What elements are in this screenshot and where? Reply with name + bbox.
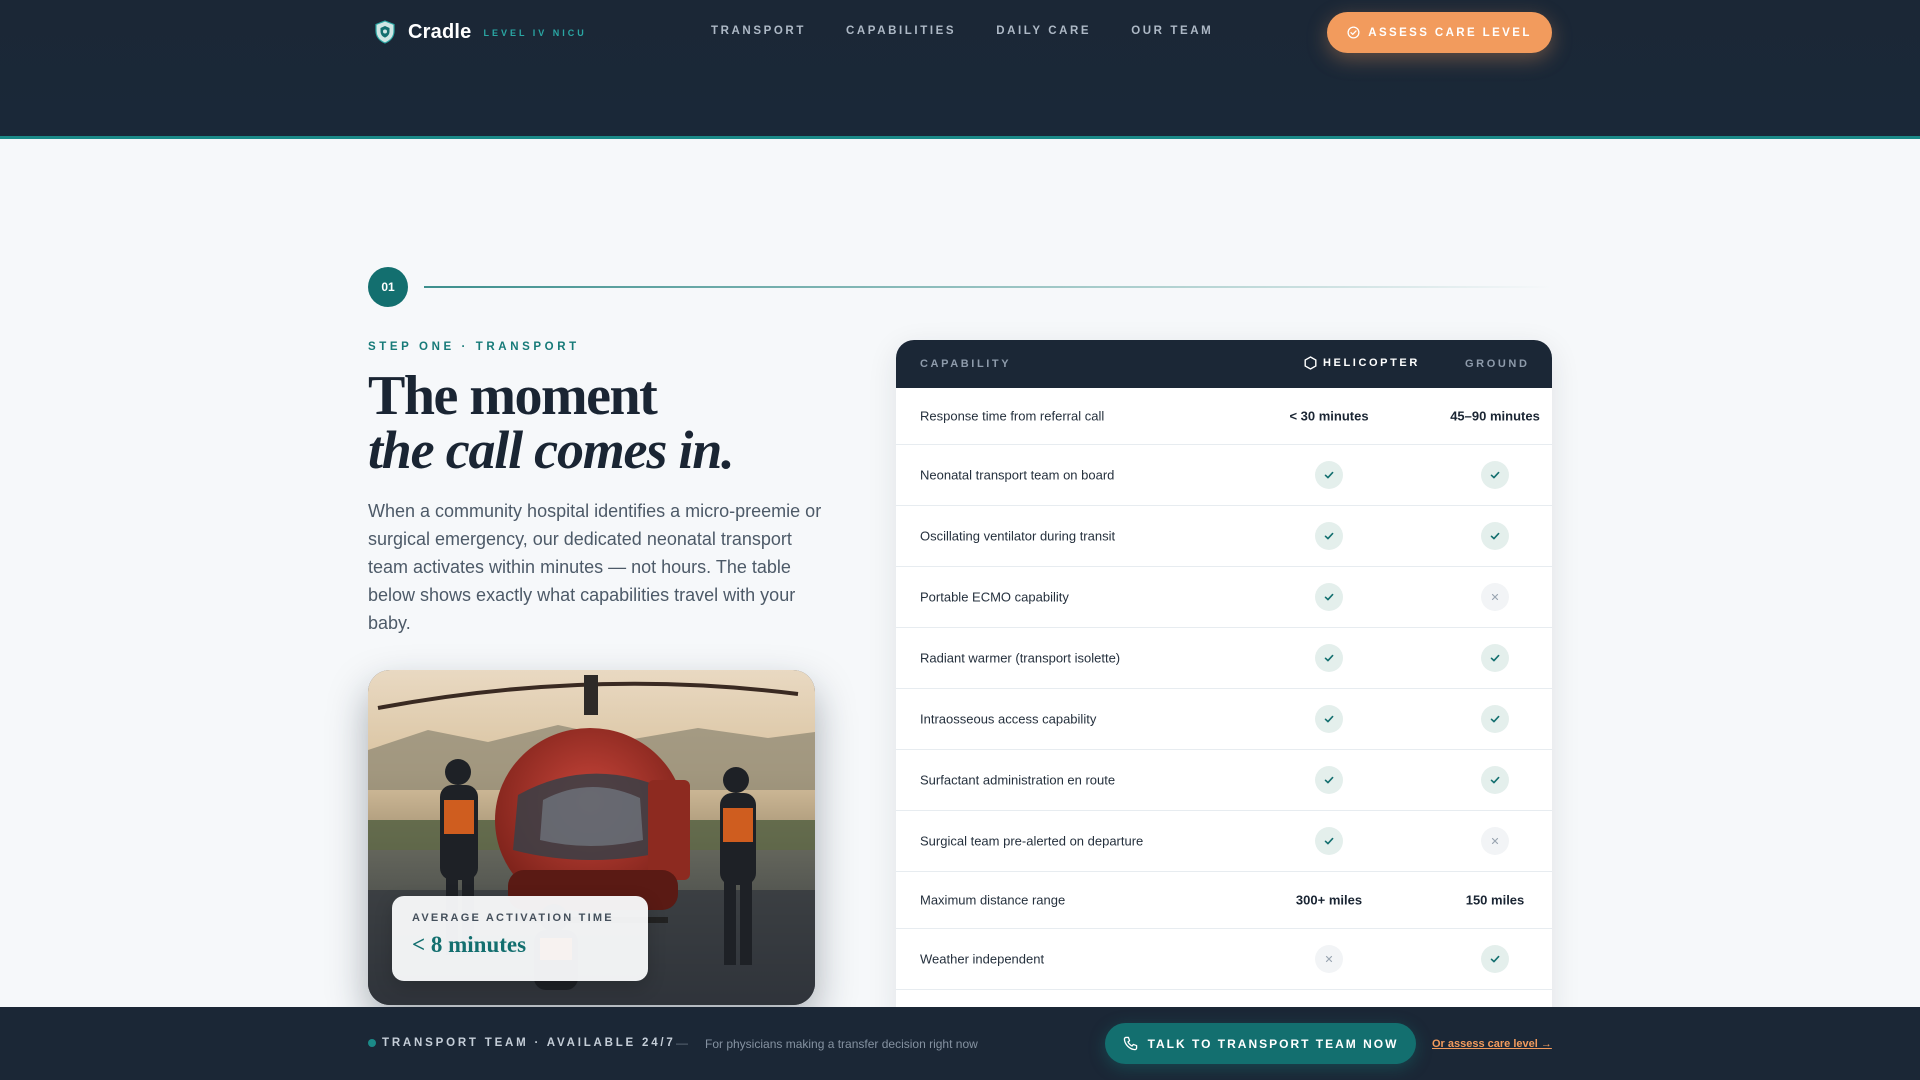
table-row: Response time from referral call < 30 min…: [896, 388, 1552, 445]
ground-value: 150 miles: [1465, 892, 1525, 908]
bottom-sticky-bar: TRANSPORT TEAM · AVAILABLE 24/7 — For ph…: [0, 1007, 1920, 1080]
helicopter-availability: [1315, 705, 1343, 733]
main-menu: TRANSPORT CAPABILITIES DAILY CARE OUR TE…: [711, 25, 1213, 37]
ground-availability: [1481, 583, 1509, 611]
check-icon: [1481, 945, 1509, 973]
check-icon: [1481, 705, 1509, 733]
capability-label: Surgical team pre-alerted on departure: [920, 833, 1144, 849]
nav-item-our-team[interactable]: OUR TEAM: [1131, 25, 1213, 37]
check-circle-icon: [1347, 26, 1360, 39]
header-ground: GROUND: [1465, 358, 1530, 370]
capability-label: Response time from referral call: [920, 408, 1105, 424]
helicopter-availability: [1315, 766, 1343, 794]
transport-status-subtitle: For physicians making a transfer decisio…: [705, 1037, 978, 1051]
assess-care-level-label: ASSESS CARE LEVEL: [1368, 26, 1532, 39]
x-icon: [1481, 583, 1509, 611]
capability-label: Oscillating ventilator during transit: [920, 528, 1116, 544]
brand-name: Cradle: [408, 20, 472, 43]
table-header: CAPABILITY HELICOPTER GROUND: [896, 340, 1552, 388]
table-row: Surfactant administration en route: [896, 750, 1552, 811]
check-icon: [1315, 705, 1343, 733]
table-body: Response time from referral call < 30 min…: [896, 388, 1552, 990]
table-row: Oscillating ventilator during transit: [896, 506, 1552, 567]
section-headline: The moment the call comes in.: [368, 365, 848, 480]
helicopter-availability: [1315, 827, 1343, 855]
header-capability: CAPABILITY: [920, 358, 1012, 370]
phone-icon: [1123, 1036, 1137, 1051]
brand[interactable]: Cradle LEVEL IV NICU: [374, 18, 587, 46]
nav-item-capabilities[interactable]: CAPABILITIES: [846, 25, 956, 37]
ground-availability: [1481, 644, 1509, 672]
table-row: Neonatal transport team on board: [896, 445, 1552, 506]
check-icon: [1315, 766, 1343, 794]
capability-label: Surfactant administration en route: [920, 772, 1116, 788]
section-lede: When a community hospital identifies a m…: [368, 501, 822, 633]
transport-status-title: TRANSPORT TEAM · AVAILABLE 24/7: [382, 1037, 676, 1049]
activation-time-value: < 8 minutes: [412, 932, 527, 957]
talk-to-transport-team-button[interactable]: TALK TO TRANSPORT TEAM NOW: [1105, 1023, 1416, 1064]
headline-line-1: The moment: [368, 365, 658, 427]
helicopter-value: < 30 minutes: [1289, 408, 1369, 424]
capability-label: Radiant warmer (transport isolette): [920, 650, 1121, 666]
x-icon: [1315, 945, 1343, 973]
capabilities-table: CAPABILITY HELICOPTER GROUND Response ti…: [896, 340, 1552, 1020]
helicopter-availability: [1315, 522, 1343, 550]
helicopter-availability: [1315, 583, 1343, 611]
hexagon-icon: [1304, 356, 1317, 370]
headline-line-2: the call comes in.: [368, 420, 735, 480]
step-divider-line: [424, 286, 1552, 288]
ground-availability: [1481, 461, 1509, 489]
check-icon: [1315, 827, 1343, 855]
nav-item-daily-care[interactable]: DAILY CARE: [996, 25, 1091, 37]
check-icon: [1481, 522, 1509, 550]
table-row: Radiant warmer (transport isolette): [896, 628, 1552, 689]
helicopter-availability: [1315, 945, 1343, 973]
nav-item-transport[interactable]: TRANSPORT: [711, 25, 806, 37]
check-icon: [1315, 644, 1343, 672]
check-icon: [1481, 766, 1509, 794]
capability-label: Portable ECMO capability: [920, 589, 1069, 605]
step-number-badge: 01: [368, 267, 408, 307]
top-nav: Cradle LEVEL IV NICU TRANSPORT CAPABILIT…: [0, 0, 1920, 64]
ground-value: 45–90 minutes: [1450, 408, 1540, 424]
ground-availability: [1481, 522, 1509, 550]
assess-care-level-link[interactable]: Or assess care level →: [1432, 1038, 1552, 1050]
header-helicopter: HELICOPTER: [1304, 356, 1420, 370]
activation-time-label: AVERAGE ACTIVATION TIME: [412, 912, 614, 924]
x-icon: [1481, 827, 1509, 855]
step-eyebrow: STEP ONE · TRANSPORT: [368, 341, 580, 353]
shield-icon: [375, 20, 395, 44]
status-dot-icon: [368, 1039, 376, 1047]
ground-availability: [1481, 705, 1509, 733]
capability-label: Neonatal transport team on board: [920, 467, 1115, 483]
check-icon: [1481, 461, 1509, 489]
table-row: Portable ECMO capability: [896, 567, 1552, 628]
helicopter-availability: [1315, 644, 1343, 672]
table-row: Intraosseous access capability: [896, 689, 1552, 750]
check-icon: [1315, 522, 1343, 550]
capability-label: Intraosseous access capability: [920, 711, 1097, 727]
table-row: Surgical team pre-alerted on departure: [896, 811, 1552, 872]
brand-tag: LEVEL IV NICU: [483, 28, 587, 38]
transport-status: TRANSPORT TEAM · AVAILABLE 24/7: [368, 1037, 676, 1049]
bottom-bar-dash: —: [676, 1036, 688, 1050]
table-row: Weather independent: [896, 929, 1552, 990]
capability-label: Maximum distance range: [920, 892, 1066, 908]
capability-label: Weather independent: [920, 951, 1045, 967]
check-icon: [1315, 461, 1343, 489]
helicopter-availability: [1315, 461, 1343, 489]
assess-care-level-button[interactable]: ASSESS CARE LEVEL: [1327, 12, 1552, 53]
check-icon: [1315, 583, 1343, 611]
talk-to-transport-team-label: TALK TO TRANSPORT TEAM NOW: [1147, 1036, 1399, 1051]
ground-availability: [1481, 945, 1509, 973]
helicopter-value: 300+ miles: [1295, 892, 1363, 908]
activation-time-card: AVERAGE ACTIVATION TIME < 8 minutes: [392, 896, 648, 981]
table-row: Maximum distance range 300+ miles 150 mile…: [896, 872, 1552, 929]
header-helicopter-label: HELICOPTER: [1323, 357, 1420, 369]
ground-availability: [1481, 827, 1509, 855]
check-icon: [1481, 644, 1509, 672]
ground-availability: [1481, 766, 1509, 794]
